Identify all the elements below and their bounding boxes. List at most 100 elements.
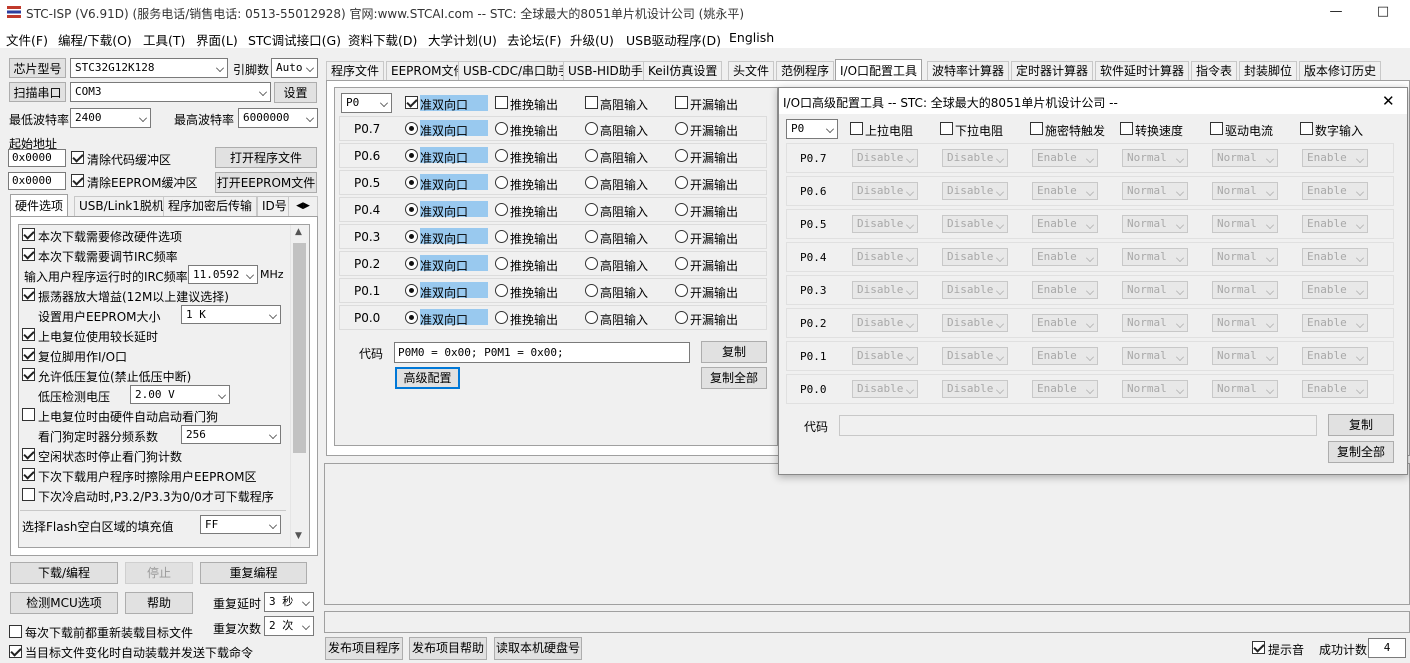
io-mode-radio[interactable] <box>495 176 508 189</box>
menu-university[interactable]: 大学计划(U) <box>428 30 497 49</box>
dialog-option-select[interactable]: Enable <box>1032 182 1098 200</box>
dialog-option-select[interactable]: Enable <box>1302 314 1368 332</box>
irc-frequency-select[interactable]: 11.0592 <box>188 265 258 284</box>
io-mode-radio[interactable] <box>675 122 688 135</box>
option-checkbox[interactable] <box>22 228 35 241</box>
io-mode-radio[interactable] <box>495 311 508 324</box>
close-icon[interactable]: ✕ <box>1382 92 1395 110</box>
dialog-option-select[interactable]: Normal <box>1212 182 1278 200</box>
tab-keil[interactable]: Keil仿真设置 <box>643 61 723 81</box>
menu-program[interactable]: 编程/下载(O) <box>58 30 132 49</box>
schmitt-checkbox[interactable] <box>1030 122 1043 135</box>
slew-rate-checkbox[interactable] <box>1120 122 1133 135</box>
io-mode-radio[interactable] <box>495 230 508 243</box>
all-open-drain-checkbox[interactable] <box>675 96 688 109</box>
dialog-option-select[interactable]: Disable <box>942 314 1008 332</box>
help-button[interactable]: 帮助 <box>125 592 193 614</box>
menu-upgrade[interactable]: 升级(U) <box>570 30 614 49</box>
tab-delay-calc[interactable]: 软件延时计算器 <box>1095 61 1190 81</box>
io-mode-radio[interactable] <box>585 284 598 297</box>
dialog-option-select[interactable]: Disable <box>852 215 918 233</box>
io-copy-all-button[interactable]: 复制全部 <box>701 367 767 389</box>
scroll-up-icon[interactable]: ▲ <box>295 227 302 237</box>
io-mode-radio[interactable] <box>675 257 688 270</box>
option-checkbox[interactable] <box>22 368 35 381</box>
all-push-pull-checkbox[interactable] <box>495 96 508 109</box>
dialog-option-select[interactable]: Disable <box>852 248 918 266</box>
publish-help-button[interactable]: 发布项目帮助 <box>409 637 487 660</box>
tab-usb-cdc[interactable]: USB-CDC/串口助手 <box>458 61 576 81</box>
io-mode-radio[interactable] <box>585 257 598 270</box>
io-mode-radio[interactable] <box>495 149 508 162</box>
repeat-count-select[interactable]: 2 次 <box>264 616 314 636</box>
option-checkbox[interactable] <box>22 348 35 361</box>
digital-input-checkbox[interactable] <box>1300 122 1313 135</box>
tab-hardware-options[interactable]: 硬件选项 <box>10 194 69 216</box>
tab-header-file[interactable]: 头文件 <box>728 61 775 81</box>
all-high-impedance-checkbox[interactable] <box>585 96 598 109</box>
open-program-file-button[interactable]: 打开程序文件 <box>215 147 317 168</box>
io-mode-radio[interactable] <box>495 122 508 135</box>
io-mode-radio[interactable] <box>405 311 418 324</box>
dialog-option-select[interactable]: Enable <box>1302 149 1368 167</box>
dialog-option-select[interactable]: Normal <box>1122 182 1188 200</box>
clear-code-checkbox[interactable] <box>71 151 84 164</box>
io-mode-radio[interactable] <box>405 203 418 216</box>
pull-up-checkbox[interactable] <box>850 122 863 135</box>
tab-id[interactable]: ID号 <box>257 196 292 216</box>
dialog-option-select[interactable]: Enable <box>1032 281 1098 299</box>
dialog-option-select[interactable]: Normal <box>1122 314 1188 332</box>
menu-debug[interactable]: STC调试接口(G) <box>248 30 341 49</box>
io-mode-radio[interactable] <box>585 230 598 243</box>
dialog-option-select[interactable]: Enable <box>1302 182 1368 200</box>
dialog-option-select[interactable]: Disable <box>942 281 1008 299</box>
dialog-option-select[interactable]: Disable <box>942 215 1008 233</box>
scrollbar-thumb[interactable] <box>293 243 306 453</box>
download-button[interactable]: 下载/编程 <box>10 562 118 584</box>
dialog-option-select[interactable]: Enable <box>1032 314 1098 332</box>
eeprom-address-input[interactable]: 0x0000 <box>8 172 66 190</box>
sound-checkbox[interactable] <box>1252 641 1265 654</box>
dialog-option-select[interactable]: Disable <box>942 380 1008 398</box>
io-mode-radio[interactable] <box>675 230 688 243</box>
port-select[interactable]: COM3 <box>70 82 271 102</box>
dialog-option-select[interactable]: Enable <box>1032 380 1098 398</box>
io-mode-radio[interactable] <box>405 230 418 243</box>
dialog-option-select[interactable]: Normal <box>1212 248 1278 266</box>
tab-program-file[interactable]: 程序文件 <box>326 61 385 81</box>
dialog-option-select[interactable]: Disable <box>942 149 1008 167</box>
dialog-option-select[interactable]: Normal <box>1212 347 1278 365</box>
maximize-button[interactable]: □ <box>1375 4 1391 20</box>
option-checkbox[interactable] <box>22 288 35 301</box>
clear-eeprom-checkbox[interactable] <box>71 174 84 187</box>
scan-port-button[interactable]: 扫描串口 <box>9 82 66 102</box>
option-checkbox[interactable] <box>22 328 35 341</box>
code-address-input[interactable]: 0x0000 <box>8 149 66 167</box>
option-checkbox[interactable] <box>22 408 35 421</box>
options-scrollbar[interactable]: ▲ ▼ <box>290 225 308 547</box>
dialog-option-select[interactable]: Enable <box>1302 347 1368 365</box>
minimize-button[interactable]: — <box>1328 4 1344 20</box>
dialog-option-select[interactable]: Disable <box>942 248 1008 266</box>
menu-forum[interactable]: 去论坛(F) <box>507 30 561 49</box>
dialog-option-select[interactable]: Disable <box>852 182 918 200</box>
menu-file[interactable]: 文件(F) <box>6 30 48 49</box>
dialog-option-select[interactable]: Normal <box>1122 149 1188 167</box>
tab-encrypted-transfer[interactable]: 程序加密后传输 <box>163 196 258 216</box>
tab-examples[interactable]: 范例程序 <box>776 61 835 81</box>
io-code-output[interactable]: P0M0 = 0x00; P0M1 = 0x00; <box>394 342 690 363</box>
dialog-option-select[interactable]: Normal <box>1212 314 1278 332</box>
dialog-option-select[interactable]: Enable <box>1032 248 1098 266</box>
io-mode-radio[interactable] <box>585 149 598 162</box>
dialog-option-select[interactable]: Normal <box>1122 380 1188 398</box>
dialog-option-select[interactable]: Normal <box>1212 380 1278 398</box>
dialog-port-select[interactable]: P0 <box>786 119 838 139</box>
dialog-option-select[interactable]: Enable <box>1032 347 1098 365</box>
tab-usb-offline[interactable]: USB/Link1脱机 <box>74 196 169 216</box>
tab-revision-history[interactable]: 版本修订历史 <box>1299 61 1382 81</box>
io-mode-radio[interactable] <box>675 284 688 297</box>
stop-button[interactable]: 停止 <box>125 562 193 584</box>
dialog-option-select[interactable]: Enable <box>1302 281 1368 299</box>
io-mode-radio[interactable] <box>585 203 598 216</box>
dialog-option-select[interactable]: Enable <box>1032 215 1098 233</box>
